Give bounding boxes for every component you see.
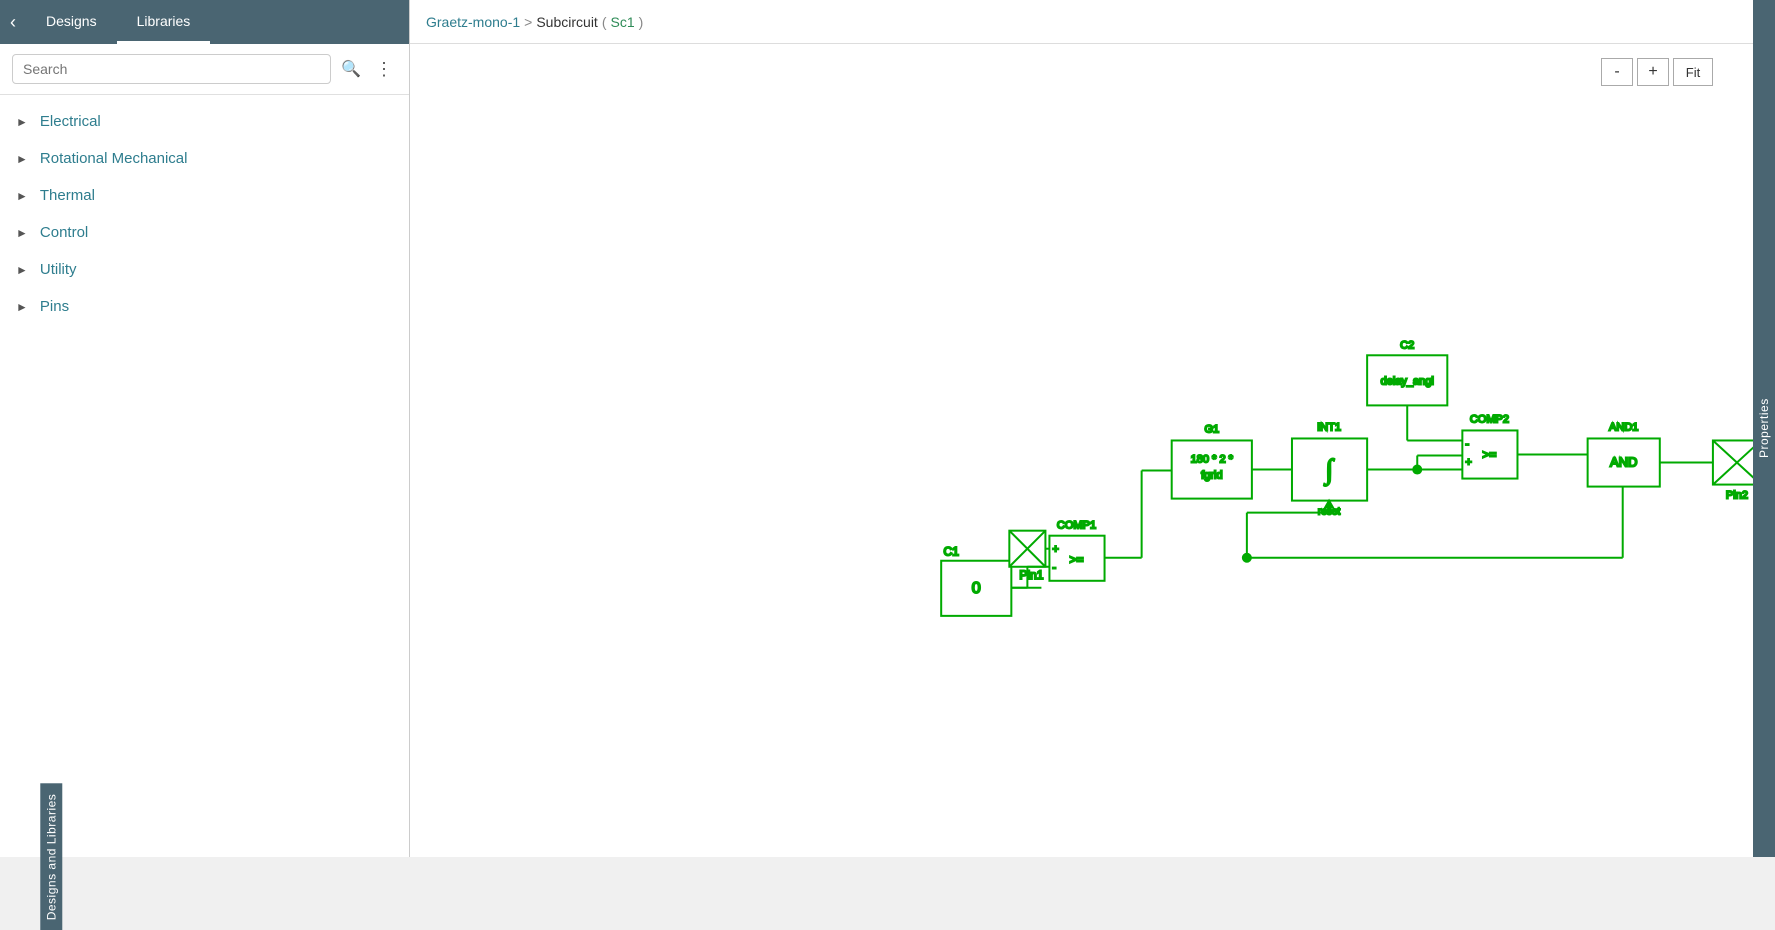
svg-text:fgrid: fgrid xyxy=(1201,470,1222,482)
svg-text:AND1: AND1 xyxy=(1609,421,1638,433)
svg-text:AND: AND xyxy=(1610,455,1637,470)
breadcrumb: Graetz-mono-1 > Subcircuit ( Sc1 ) xyxy=(410,0,1753,44)
search-input[interactable] xyxy=(12,54,331,84)
breadcrumb-sc-label: Sc1 xyxy=(610,14,634,30)
svg-text:C2: C2 xyxy=(1400,339,1414,351)
breadcrumb-separator: > xyxy=(524,14,532,30)
svg-text:+: + xyxy=(1052,544,1058,556)
sidebar-item-rotational-mechanical[interactable]: ► Rotational Mechanical xyxy=(0,140,409,177)
svg-text:-: - xyxy=(1052,562,1056,574)
chevron-right-icon: ► xyxy=(16,226,28,240)
more-options-icon[interactable]: ⋮ xyxy=(371,55,397,84)
zoom-out-button[interactable]: - xyxy=(1601,58,1633,86)
zoom-controls: - + Fit xyxy=(1601,58,1713,86)
properties-tab[interactable]: Properties xyxy=(1753,0,1775,857)
svg-text:>=: >= xyxy=(1482,448,1496,462)
tab-designs[interactable]: Designs xyxy=(26,0,117,44)
svg-text:INT1: INT1 xyxy=(1317,421,1341,433)
main-area: Graetz-mono-1 > Subcircuit ( Sc1 ) - + F… xyxy=(410,0,1753,857)
chevron-right-icon: ► xyxy=(16,115,28,129)
svg-text:Pin1: Pin1 xyxy=(1019,568,1043,582)
svg-text:+: + xyxy=(1465,457,1471,469)
search-icon[interactable]: 🔍 xyxy=(337,55,365,83)
sidebar-item-control[interactable]: ► Control xyxy=(0,214,409,251)
search-area: 🔍 ⋮ xyxy=(0,44,409,95)
library-list: ► Electrical ► Rotational Mechanical ► T… xyxy=(0,95,409,857)
tab-libraries[interactable]: Libraries xyxy=(117,0,211,44)
svg-text:Pin2: Pin2 xyxy=(1726,490,1748,502)
sidebar-item-thermal[interactable]: ► Thermal xyxy=(0,177,409,214)
breadcrumb-page: Subcircuit xyxy=(536,14,597,30)
canvas[interactable]: - + Fit 0 C1 Pin1 >= COMP1 + xyxy=(410,44,1753,857)
chevron-right-icon: ► xyxy=(16,263,28,277)
chevron-right-icon: ► xyxy=(16,300,28,314)
chevron-right-icon: ► xyxy=(16,189,28,203)
svg-text:-: - xyxy=(1465,438,1469,450)
sidebar-item-pins[interactable]: ► Pins xyxy=(0,288,409,325)
sidebar-item-electrical[interactable]: ► Electrical xyxy=(0,103,409,140)
sidebar: ‹ Designs Libraries 🔍 ⋮ ► Electrical ► R… xyxy=(0,0,410,857)
svg-text:C1: C1 xyxy=(944,545,960,559)
svg-text:COMP2: COMP2 xyxy=(1470,413,1509,425)
circuit-diagram: 0 C1 Pin1 >= COMP1 + - xyxy=(410,44,1753,857)
svg-text:>=: >= xyxy=(1069,553,1083,567)
svg-text:180 * 2 *: 180 * 2 * xyxy=(1191,454,1234,466)
svg-text:delay_angl: delay_angl xyxy=(1381,375,1434,387)
svg-text:COMP1: COMP1 xyxy=(1057,520,1096,532)
back-button[interactable]: ‹ xyxy=(0,0,26,44)
sidebar-tabs: ‹ Designs Libraries xyxy=(0,0,409,44)
svg-text:G1: G1 xyxy=(1204,423,1219,435)
breadcrumb-project[interactable]: Graetz-mono-1 xyxy=(426,14,520,30)
svg-text:0: 0 xyxy=(972,579,981,597)
zoom-fit-button[interactable]: Fit xyxy=(1673,58,1713,86)
zoom-in-button[interactable]: + xyxy=(1637,58,1669,86)
sidebar-item-utility[interactable]: ► Utility xyxy=(0,251,409,288)
chevron-right-icon: ► xyxy=(16,152,28,166)
